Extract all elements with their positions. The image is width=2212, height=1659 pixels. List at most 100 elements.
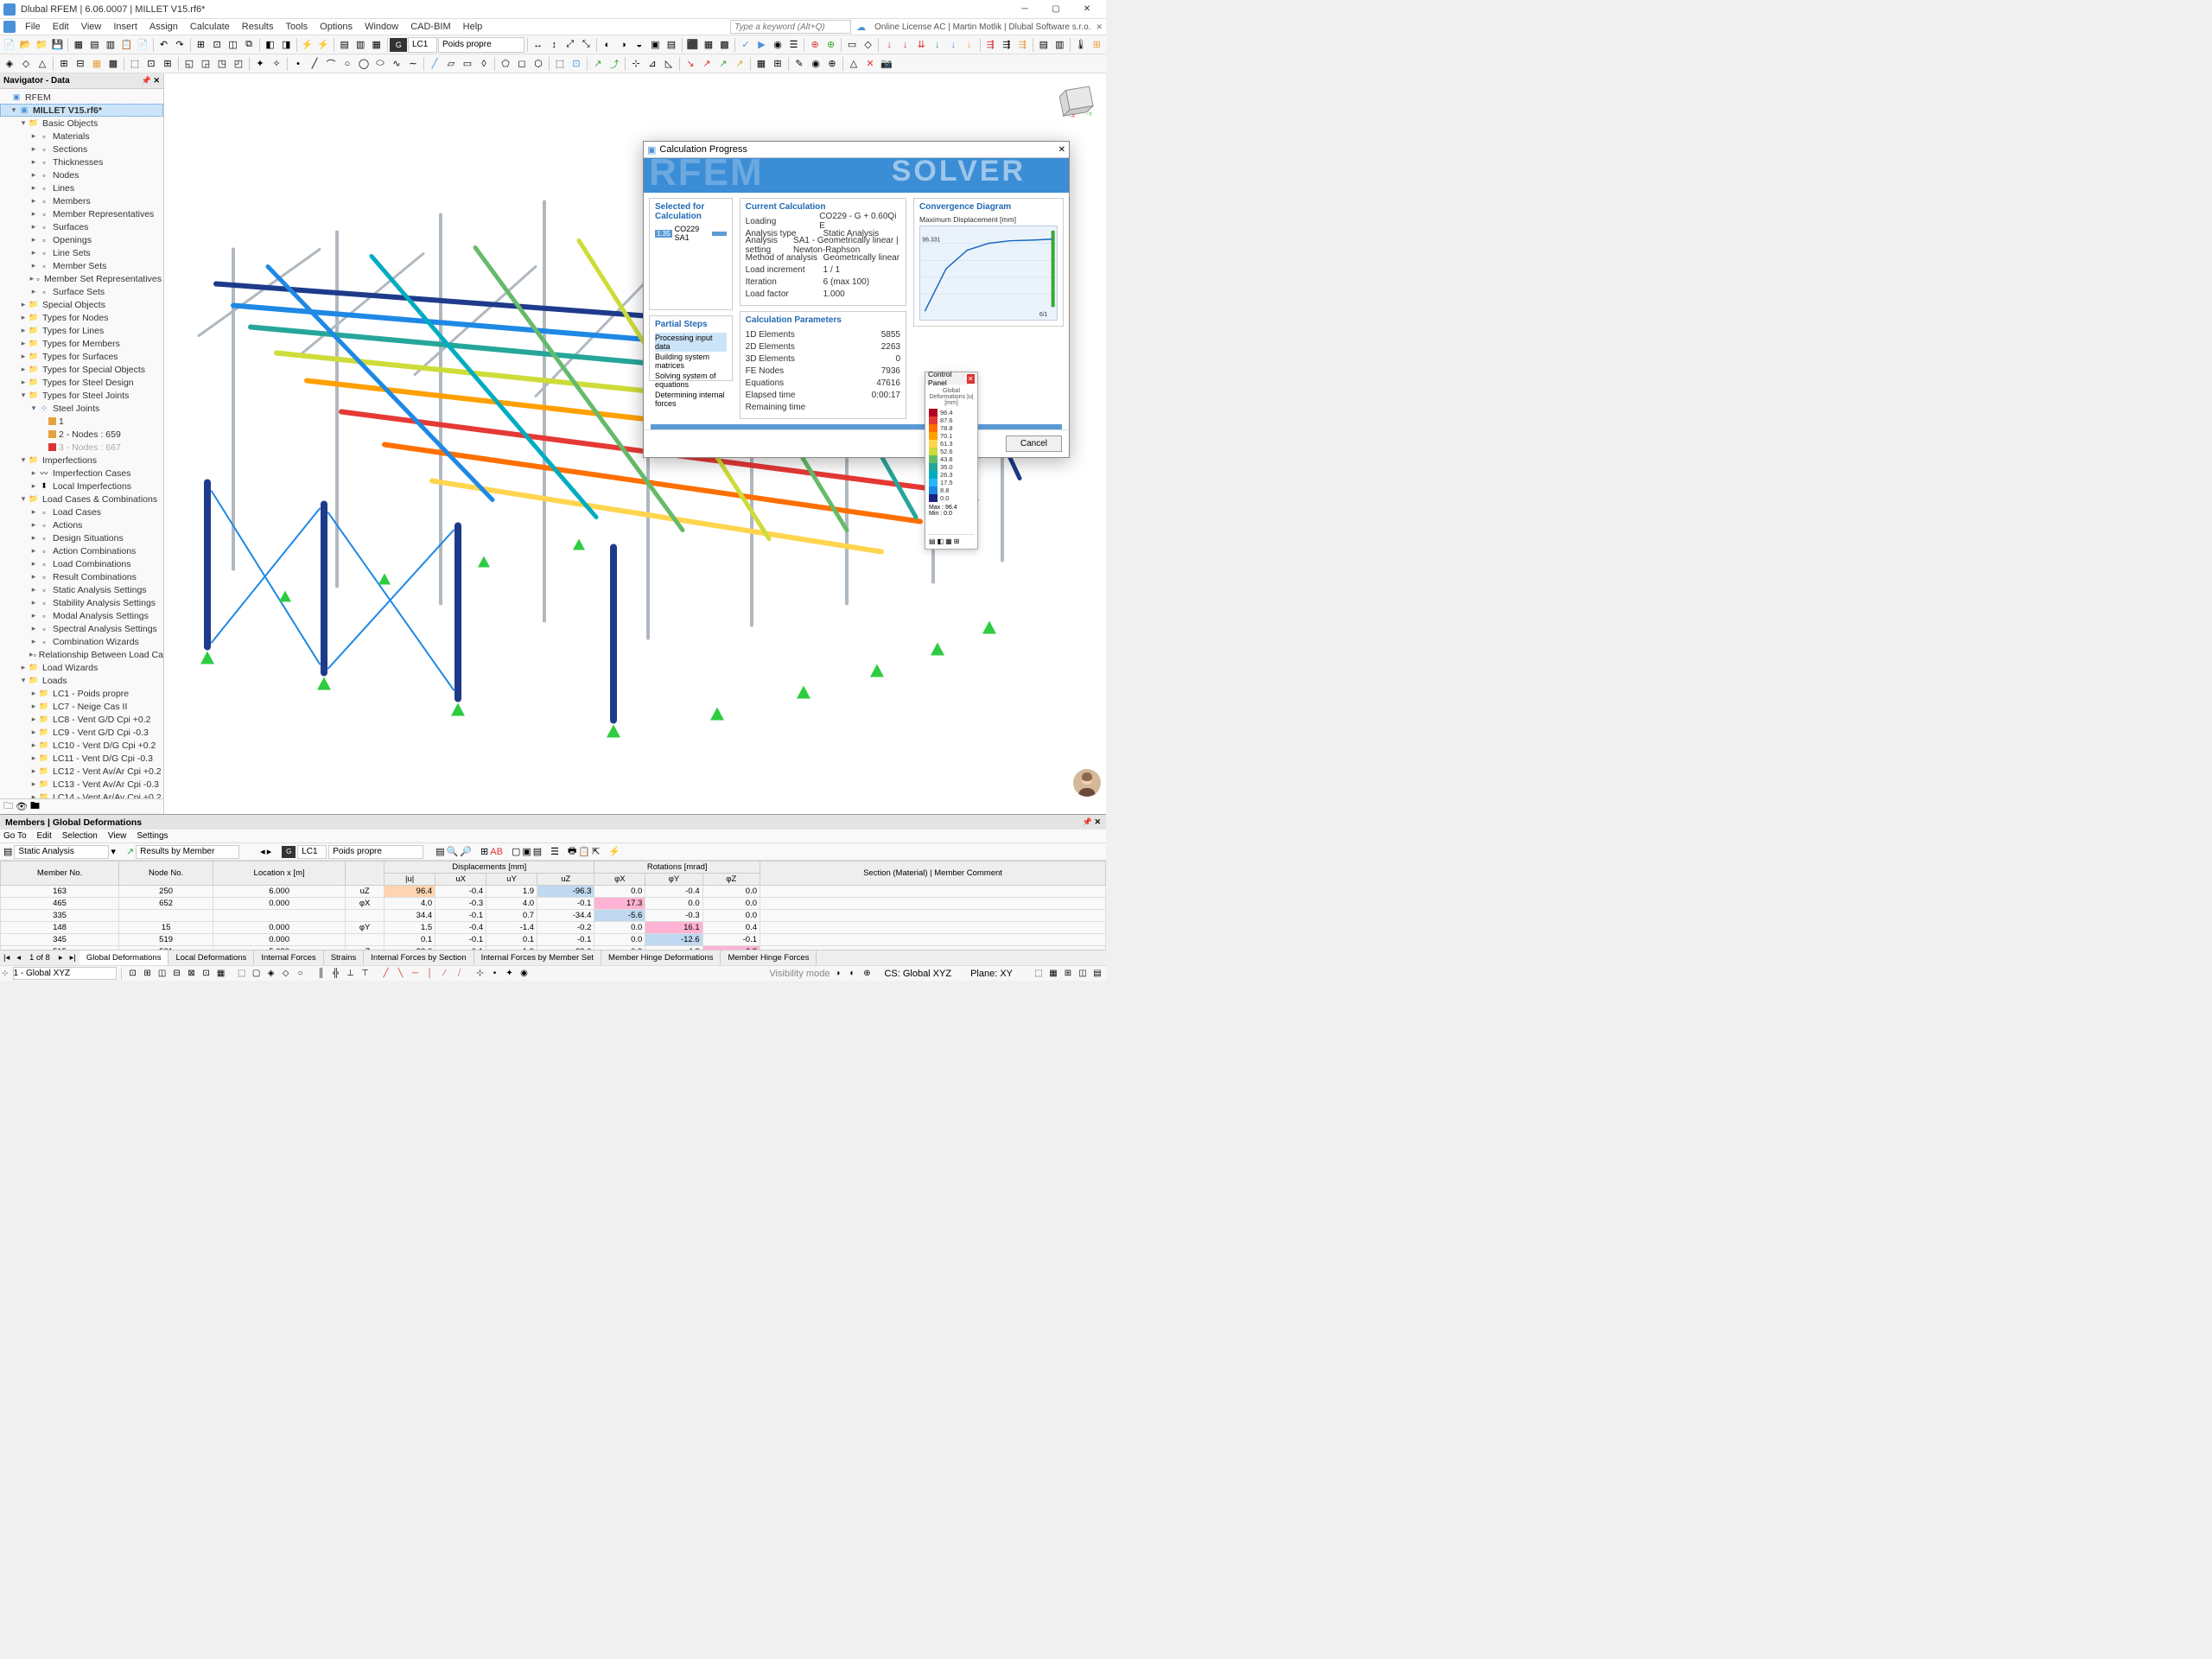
cp-tab-a[interactable]: ▤ (929, 537, 936, 545)
nav-item[interactable]: ▸▫Member Representatives (0, 207, 163, 220)
navigator-tree[interactable]: ▣RFEM ▾▣MILLET V15.rf6* ▾📁Basic Objects … (0, 89, 163, 798)
tb-o[interactable]: ▥ (353, 37, 368, 53)
table-row[interactable]: 1632506.000uZ96.4-0.41.9-96.30.0-0.40.0 (1, 886, 1106, 898)
tb-ac[interactable]: ✓ (738, 37, 753, 53)
res-tab-1[interactable]: Local Deformations (168, 950, 254, 965)
res-menu-selection[interactable]: Selection (62, 831, 98, 841)
nav-item[interactable]: ▸▫Actions (0, 518, 163, 531)
nav-item[interactable]: ▸▫Members (0, 194, 163, 207)
res-tab-4[interactable]: Internal Forces by Section (364, 950, 474, 965)
bt-vis-a[interactable]: ◑ (830, 967, 844, 981)
tb2-a[interactable]: ◈ (2, 56, 17, 72)
open2-icon[interactable]: 📁 (34, 37, 49, 53)
tb-z[interactable]: ⬛ (685, 37, 701, 53)
tb-at[interactable]: ▥ (1052, 37, 1068, 53)
bt-vis-c[interactable]: ⊕ (860, 967, 874, 981)
undo-icon[interactable]: ↶ (156, 37, 172, 53)
table-row[interactable]: 4656520.000φX4.0-0.34.0-0.117.30.00.0 (1, 898, 1106, 910)
res-tb-i[interactable]: ▢ (512, 846, 520, 857)
tb2-z[interactable]: ▱ (443, 56, 459, 72)
res-tb-l[interactable]: ☰ (550, 846, 559, 857)
res-tb-o[interactable]: ⇱ (592, 846, 600, 857)
tb2-ae[interactable]: ⬡ (531, 56, 546, 72)
bt-j[interactable]: ◈ (264, 967, 278, 981)
tb-b[interactable]: ▤ (87, 37, 103, 53)
tb-t[interactable]: ⤡ (579, 37, 594, 53)
nav-group[interactable]: ▸📁Types for Special Objects (0, 363, 163, 376)
bt-t[interactable]: │ (423, 967, 437, 981)
bt-g[interactable]: ▦ (214, 967, 228, 981)
tb2-x[interactable]: ∼ (405, 56, 421, 72)
bt-vis-b[interactable]: ◐ (845, 967, 859, 981)
tb2-aa[interactable]: ▭ (460, 56, 475, 72)
res-menu-view[interactable]: View (108, 831, 127, 841)
tb2-ak[interactable]: ⊿ (645, 56, 660, 72)
bt-h[interactable]: ⬚ (235, 967, 249, 981)
table-row[interactable]: 148150.000φY1.5-0.4-1.4-0.20.016.10.4 (1, 922, 1106, 934)
res-lc-combo[interactable] (297, 845, 327, 859)
tb2-k[interactable]: ◱ (181, 56, 197, 72)
bt-m[interactable]: ║ (315, 967, 328, 981)
tb2-ad[interactable]: ◻ (514, 56, 530, 72)
res-tb-e[interactable]: 🔍 (447, 846, 459, 857)
tb2-aw[interactable]: ✕ (862, 56, 878, 72)
tb-k[interactable]: ◨ (278, 37, 294, 53)
menu-help[interactable]: Help (457, 22, 489, 32)
res-tab-2[interactable]: Internal Forces (254, 950, 323, 965)
tb-m[interactable]: ⚡ (315, 37, 331, 53)
menu-window[interactable]: Window (359, 22, 404, 32)
nav-item[interactable]: ▸▫Materials (0, 130, 163, 143)
res-menu-edit[interactable]: Edit (37, 831, 52, 841)
tb2-i[interactable]: ⊡ (143, 56, 159, 72)
bt-l[interactable]: ○ (294, 967, 308, 981)
tb-n[interactable]: ▤ (337, 37, 353, 53)
tb-af[interactable]: ⊕ (807, 37, 823, 53)
nav-bottom-a[interactable]: 🗀 (3, 798, 13, 815)
menu-insert[interactable]: Insert (107, 22, 143, 32)
bt-n[interactable]: ╬ (329, 967, 343, 981)
bt-v[interactable]: ⧸ (453, 967, 467, 981)
tb2-l[interactable]: ◲ (198, 56, 213, 72)
res-tb-n[interactable]: 📋 (578, 846, 590, 857)
bt-p[interactable]: ⊤ (359, 967, 372, 981)
close-button[interactable]: ✕ (1071, 1, 1103, 18)
bt-e[interactable]: ⊠ (185, 967, 199, 981)
nav-load-item[interactable]: ▸📁LC9 - Vent G/D Cpi -0.3 (0, 726, 163, 739)
bt-b[interactable]: ⊞ (141, 967, 155, 981)
tb2-av[interactable]: △ (846, 56, 861, 72)
nav-item[interactable]: ▸▫Lines (0, 181, 163, 194)
nav-group[interactable]: ▸📁Types for Nodes (0, 311, 163, 324)
nav-item[interactable]: ▸▫Line Sets (0, 246, 163, 259)
table-row[interactable]: 33534.4-0.10.7-34.4-5.6-0.30.0 (1, 910, 1106, 922)
res-menu-goto[interactable]: Go To (3, 831, 27, 841)
res-tb-c[interactable]: ↗ (126, 846, 134, 857)
res-tb-h[interactable]: AB (490, 847, 503, 857)
tb2-q[interactable]: • (290, 56, 306, 72)
nav-item[interactable]: ▸▫Surfaces (0, 220, 163, 233)
tb2-r[interactable]: ╱ (307, 56, 322, 72)
nav-load-item[interactable]: ▸📁LC12 - Vent Av/Ar Cpi +0.2 (0, 765, 163, 778)
nav-item[interactable]: ▸▫Load Cases (0, 505, 163, 518)
res-tb-g[interactable]: ⊞ (480, 846, 488, 857)
tb2-ai[interactable]: ⤴ (607, 56, 622, 72)
tb-w[interactable]: ◒ (632, 37, 647, 53)
tb2-am[interactable]: ↘ (683, 56, 698, 72)
tb2-o[interactable]: ✦ (252, 56, 268, 72)
res-tab-0[interactable]: Global Deformations (79, 950, 169, 965)
tb2-ag[interactable]: ⊡ (569, 56, 584, 72)
nav-item[interactable]: ▸▫Member Sets (0, 259, 163, 272)
tb-f[interactable]: ⊞ (194, 37, 209, 53)
tb-av[interactable]: ⊞ (1090, 37, 1105, 53)
nav-load-item[interactable]: ▸📁LC11 - Vent D/G Cpi -0.3 (0, 752, 163, 765)
tb-aq[interactable]: ⇶ (999, 37, 1014, 53)
tb-ao[interactable]: ↓ (962, 37, 977, 53)
menu-results[interactable]: Results (236, 22, 280, 32)
tb2-an[interactable]: ↗ (699, 56, 715, 72)
tb2-ar[interactable]: ⊞ (770, 56, 785, 72)
tb-ab[interactable]: ▩ (717, 37, 733, 53)
bt-end-a[interactable]: ⬚ (1032, 967, 1046, 981)
res-tb-j[interactable]: ▣ (522, 846, 531, 857)
nav-group[interactable]: ▸📁Types for Steel Design (0, 376, 163, 389)
tb2-s[interactable]: ⌒ (323, 56, 339, 72)
tb2-u[interactable]: ◯ (356, 56, 372, 72)
